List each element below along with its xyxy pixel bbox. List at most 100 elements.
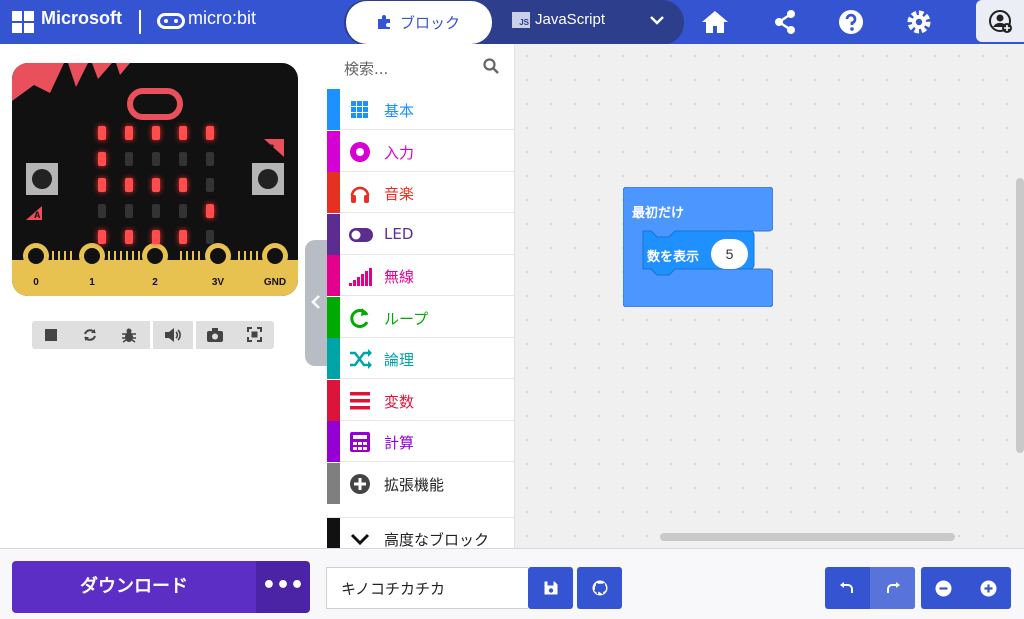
category-color-bar xyxy=(327,421,340,462)
category-label: 拡張機能 xyxy=(384,476,445,494)
editor-footer: ダウンロード ••• xyxy=(0,548,1024,619)
toolbox-category[interactable]: 変数 xyxy=(327,380,515,421)
button-a[interactable] xyxy=(26,163,58,195)
sim-control-group xyxy=(32,321,150,349)
top-menu-bar: Microsoft micro:bit ブロック JS JavaScript xyxy=(0,0,1024,45)
led-on xyxy=(125,126,133,140)
microsoft-brand: Microsoft xyxy=(41,8,122,28)
microbit-logo-icon xyxy=(157,13,185,29)
undo-button[interactable] xyxy=(825,567,870,609)
toolbox-category[interactable]: 無線 xyxy=(327,255,515,296)
puzzle-icon xyxy=(378,15,390,29)
on-start-label: 最初だけ xyxy=(632,206,685,221)
tab-javascript[interactable]: JS JavaScript xyxy=(512,11,605,28)
microbit-brand[interactable]: micro:bit xyxy=(188,8,256,29)
led-on xyxy=(206,126,214,140)
category-label: 論理 xyxy=(384,351,415,369)
workspace-horizontal-scrollbar[interactable] xyxy=(660,533,955,541)
category-color-bar xyxy=(327,214,340,255)
number-input[interactable]: 5 xyxy=(711,239,748,269)
loop-arrow-icon xyxy=(349,307,371,329)
editor-toggle: ブロック JS JavaScript xyxy=(344,0,684,45)
category-label: 変数 xyxy=(384,393,415,411)
signal-bars-icon xyxy=(349,265,372,287)
collapse-simulator-button[interactable] xyxy=(305,240,327,366)
chevron-down-icon[interactable] xyxy=(646,9,668,31)
help-icon[interactable] xyxy=(836,8,866,36)
button-b-dot xyxy=(289,177,294,182)
project-name-input[interactable] xyxy=(326,567,528,609)
javascript-icon: JS xyxy=(512,12,530,28)
led-on xyxy=(152,178,160,192)
home-icon[interactable] xyxy=(700,8,730,36)
search-icon[interactable] xyxy=(483,58,499,74)
category-label: 基本 xyxy=(384,102,415,120)
led-on xyxy=(98,152,106,166)
screenshot-icon[interactable] xyxy=(207,328,223,342)
toolbox-category[interactable]: 基本 xyxy=(327,89,515,130)
toolbox-category[interactable]: LED xyxy=(327,214,515,255)
led-off xyxy=(125,152,133,166)
zoom-out-icon xyxy=(935,580,952,597)
led-off xyxy=(152,152,160,166)
category-label: 音楽 xyxy=(384,185,415,203)
pin-label: 0 xyxy=(33,277,39,288)
github-button[interactable] xyxy=(577,567,622,609)
category-label: ループ xyxy=(384,310,429,328)
undo-icon xyxy=(840,582,853,593)
shuffle-icon xyxy=(349,348,372,370)
category-label: 計算 xyxy=(384,434,415,452)
search-input[interactable]: 検索... xyxy=(344,58,388,79)
led-on xyxy=(179,230,187,244)
settings-icon[interactable] xyxy=(904,8,934,36)
category-color-bar xyxy=(327,297,340,338)
toggle-icon xyxy=(349,224,373,246)
user-menu-button[interactable] xyxy=(976,0,1024,42)
toolbox-category[interactable]: 音楽 xyxy=(327,172,515,213)
toolbox-category[interactable]: 拡張機能 xyxy=(327,463,515,504)
toolbox-search[interactable]: 検索... xyxy=(327,44,515,87)
led-off xyxy=(206,152,214,166)
download-button[interactable]: ダウンロード xyxy=(12,561,256,613)
tab-blocks-label: ブロック xyxy=(400,14,461,32)
toolbox-category[interactable]: 論理 xyxy=(327,338,515,379)
toolbox-category[interactable]: 入力 xyxy=(327,131,515,172)
download-more-button[interactable]: ••• xyxy=(256,561,310,613)
zoom-out-button[interactable] xyxy=(921,567,966,609)
category-label: 高度なブロック xyxy=(384,531,490,549)
restart-icon[interactable] xyxy=(82,327,98,343)
toolbox-category[interactable]: 計算 xyxy=(327,421,515,462)
pin-label: GND xyxy=(264,277,286,288)
github-icon xyxy=(592,580,607,596)
toolbox-category[interactable]: ループ xyxy=(327,297,515,338)
category-color-bar xyxy=(327,131,340,172)
show-number-label: 数を表示 xyxy=(647,250,700,265)
headphones-icon xyxy=(349,182,371,204)
redo-icon xyxy=(886,582,900,593)
category-color-bar xyxy=(327,463,340,504)
stop-icon[interactable] xyxy=(45,329,57,341)
redo-button[interactable] xyxy=(870,567,915,609)
chevron-down-icon xyxy=(349,528,371,550)
calculator-icon xyxy=(349,431,371,453)
led-on xyxy=(98,126,106,140)
led-on xyxy=(125,178,133,192)
save-button[interactable] xyxy=(528,567,573,609)
led-off xyxy=(179,152,187,166)
workspace-vertical-scrollbar[interactable] xyxy=(1016,178,1024,453)
share-icon[interactable] xyxy=(770,8,800,36)
debug-icon[interactable] xyxy=(121,327,137,343)
tab-blocks[interactable]: ブロック xyxy=(346,1,492,44)
fullscreen-icon[interactable] xyxy=(247,327,262,342)
button-b[interactable] xyxy=(252,163,284,195)
category-color-bar xyxy=(327,380,340,421)
category-color-bar xyxy=(327,172,340,213)
category-label: 無線 xyxy=(384,268,415,286)
user-icon xyxy=(989,10,1012,33)
zoom-in-button[interactable] xyxy=(966,567,1011,609)
zoom-in-icon xyxy=(980,580,997,597)
grid-icon xyxy=(349,99,371,121)
toolbox: 検索... 基本入力音楽 LED 無線ループ論理変数計算拡張機能高度なブロック xyxy=(327,44,515,559)
sound-button[interactable] xyxy=(153,321,193,349)
plus-circle-icon xyxy=(349,473,371,495)
